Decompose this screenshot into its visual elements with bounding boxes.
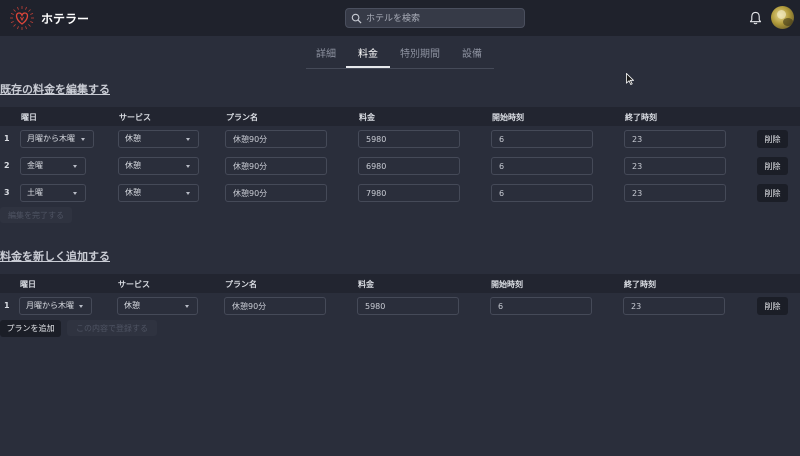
plan-name-input[interactable] bbox=[225, 157, 327, 175]
start-time-input[interactable] bbox=[491, 130, 593, 148]
day-select-value: 金曜 bbox=[27, 161, 43, 170]
app-header: ホテラー bbox=[0, 0, 800, 36]
delete-button[interactable]: 削除 bbox=[757, 297, 788, 315]
row-index: 1 bbox=[4, 134, 10, 143]
chevron-down-icon bbox=[186, 165, 190, 168]
day-select-value: 月曜から木曜 bbox=[26, 301, 74, 310]
end-time-input[interactable] bbox=[623, 297, 725, 315]
tab-special-period[interactable]: 特別期間 bbox=[390, 47, 450, 68]
price-input[interactable] bbox=[358, 130, 460, 148]
col-service: サービス bbox=[118, 280, 150, 289]
search-box[interactable] bbox=[345, 8, 525, 28]
chevron-down-icon bbox=[185, 305, 189, 308]
start-time-input[interactable] bbox=[491, 184, 593, 202]
start-time-input[interactable] bbox=[490, 297, 592, 315]
edit-table-header: 曜日 サービス プラン名 料金 開始時刻 終了時刻 bbox=[0, 107, 800, 126]
add-section-title: 料金を新しく追加する bbox=[0, 250, 110, 263]
col-service: サービス bbox=[119, 113, 151, 122]
day-select-value: 月曜から木曜 bbox=[27, 134, 75, 143]
heart-logo-icon[interactable] bbox=[9, 5, 35, 31]
col-price: 料金 bbox=[359, 113, 375, 122]
plan-name-input[interactable] bbox=[224, 297, 326, 315]
service-select[interactable]: 休憩 bbox=[118, 157, 199, 175]
chevron-down-icon bbox=[186, 138, 190, 141]
chevron-down-icon bbox=[79, 305, 83, 308]
col-end-time: 終了時刻 bbox=[625, 113, 657, 122]
bell-icon[interactable] bbox=[749, 11, 762, 25]
tab-bar: 詳細 料金 特別期間 設備 bbox=[306, 47, 494, 69]
col-day: 曜日 bbox=[20, 280, 36, 289]
search-icon bbox=[351, 13, 362, 24]
table-row: 1 月曜から木曜 休憩 削除 bbox=[0, 127, 800, 153]
finish-editing-button[interactable]: 編集を完了する bbox=[0, 207, 72, 223]
service-select-value: 休憩 bbox=[124, 301, 140, 310]
end-time-input[interactable] bbox=[624, 157, 726, 175]
chevron-down-icon bbox=[73, 165, 77, 168]
avatar[interactable] bbox=[771, 6, 794, 29]
service-select-value: 休憩 bbox=[125, 134, 141, 143]
delete-button[interactable]: 削除 bbox=[757, 130, 788, 148]
plan-name-input[interactable] bbox=[225, 130, 327, 148]
search-input[interactable] bbox=[366, 11, 516, 26]
mouse-cursor-icon bbox=[626, 73, 634, 85]
tab-details[interactable]: 詳細 bbox=[306, 47, 346, 68]
price-input[interactable] bbox=[357, 297, 459, 315]
start-time-input[interactable] bbox=[491, 157, 593, 175]
end-time-input[interactable] bbox=[624, 130, 726, 148]
col-plan-name: プラン名 bbox=[225, 280, 257, 289]
col-plan-name: プラン名 bbox=[226, 113, 258, 122]
col-day: 曜日 bbox=[21, 113, 37, 122]
row-index: 2 bbox=[4, 161, 10, 170]
row-index: 1 bbox=[4, 301, 10, 310]
add-table-header: 曜日 サービス プラン名 料金 開始時刻 終了時刻 bbox=[0, 274, 800, 293]
day-select[interactable]: 金曜 bbox=[20, 157, 86, 175]
chevron-down-icon bbox=[81, 138, 85, 141]
price-input[interactable] bbox=[358, 157, 460, 175]
table-row: 2 金曜 休憩 削除 bbox=[0, 154, 800, 180]
table-row: 3 土曜 休憩 削除 bbox=[0, 181, 800, 207]
col-start-time: 開始時刻 bbox=[491, 280, 523, 289]
end-time-input[interactable] bbox=[624, 184, 726, 202]
service-select[interactable]: 休憩 bbox=[118, 130, 199, 148]
day-select[interactable]: 月曜から木曜 bbox=[19, 297, 92, 315]
service-select[interactable]: 休憩 bbox=[117, 297, 198, 315]
col-end-time: 終了時刻 bbox=[624, 280, 656, 289]
service-select-value: 休憩 bbox=[125, 161, 141, 170]
row-index: 3 bbox=[4, 188, 10, 197]
day-select-value: 土曜 bbox=[27, 188, 43, 197]
delete-button[interactable]: 削除 bbox=[757, 157, 788, 175]
chevron-down-icon bbox=[73, 192, 77, 195]
chevron-down-icon bbox=[186, 192, 190, 195]
tab-facilities[interactable]: 設備 bbox=[450, 47, 494, 68]
col-start-time: 開始時刻 bbox=[492, 113, 524, 122]
register-button[interactable]: この内容で登録する bbox=[67, 320, 157, 336]
tab-pricing[interactable]: 料金 bbox=[346, 47, 390, 68]
table-row: 1 月曜から木曜 休憩 削除 bbox=[0, 294, 800, 320]
day-select[interactable]: 土曜 bbox=[20, 184, 86, 202]
add-plan-button[interactable]: プランを追加 bbox=[0, 320, 61, 337]
plan-name-input[interactable] bbox=[225, 184, 327, 202]
delete-button[interactable]: 削除 bbox=[757, 184, 788, 202]
service-select[interactable]: 休憩 bbox=[118, 184, 199, 202]
col-price: 料金 bbox=[358, 280, 374, 289]
price-input[interactable] bbox=[358, 184, 460, 202]
app-title: ホテラー bbox=[41, 12, 90, 26]
day-select[interactable]: 月曜から木曜 bbox=[20, 130, 94, 148]
edit-section-title: 既存の料金を編集する bbox=[0, 83, 110, 96]
service-select-value: 休憩 bbox=[125, 188, 141, 197]
